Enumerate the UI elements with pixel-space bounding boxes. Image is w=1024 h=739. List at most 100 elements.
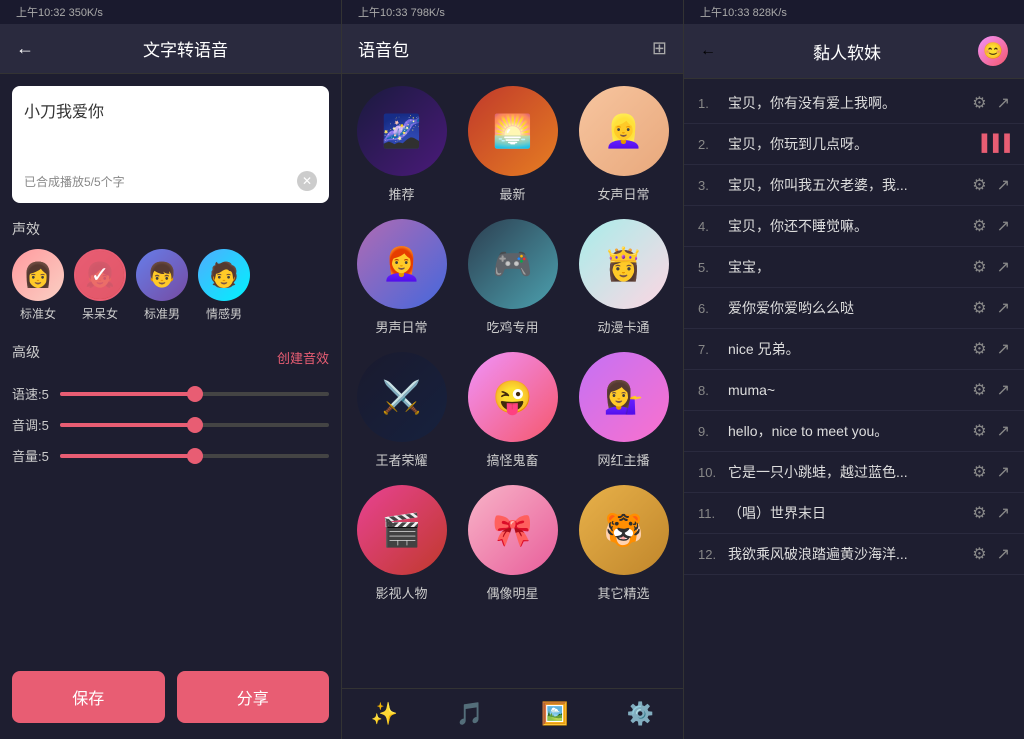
tune-icon-3[interactable]: ⚙ xyxy=(972,175,986,195)
slider-label-volume: 音量:5 xyxy=(12,446,52,465)
panel-soft-girl: 上午10:33 828K/s ← 黏人软妹 😊 1. 宝贝，你有没有爱上我啊。 … xyxy=(684,0,1024,739)
voice-pack-movie[interactable]: 🎬 影视人物 xyxy=(354,485,449,602)
panel2-footer: ✨ 🎵 🖼️ ⚙️ xyxy=(342,688,683,739)
tune-icon-11[interactable]: ⚙ xyxy=(972,503,986,523)
sentence-text-10: 它是一只小跳蛙，越过蓝色... xyxy=(728,462,964,482)
voice-pack-female[interactable]: 👱‍♀️ 女声日常 xyxy=(576,86,671,203)
text-input[interactable] xyxy=(24,98,317,158)
grid-icon[interactable]: ⊞ xyxy=(652,38,667,59)
panel2-title: 语音包 xyxy=(358,36,409,61)
tune-icon-4[interactable]: ⚙ xyxy=(972,216,986,236)
voice-pack-name-male: 男声日常 xyxy=(375,317,427,336)
slider-track-pitch[interactable] xyxy=(60,423,329,427)
save-button[interactable]: 保存 xyxy=(12,671,165,723)
voice-name-0: 标准女 xyxy=(20,305,56,322)
voice-pack-name-funny: 搞怪鬼畜 xyxy=(486,450,538,469)
voice-option-1[interactable]: 👧 ✓ 呆呆女 xyxy=(74,249,126,322)
slider-thumb-speed[interactable] xyxy=(187,386,203,402)
panel2-header: 语音包 ⊞ xyxy=(342,24,683,74)
tune-icon-10[interactable]: ⚙ xyxy=(972,462,986,482)
sentence-num-11: 11. xyxy=(698,506,720,521)
share-icon-12[interactable]: ↗ xyxy=(997,544,1010,564)
voice-pack-other[interactable]: 🐯 其它精选 xyxy=(576,485,671,602)
share-icon-1[interactable]: ↗ xyxy=(997,93,1010,113)
voice-name-2: 标准男 xyxy=(144,305,180,322)
tune-icon-7[interactable]: ⚙ xyxy=(972,339,986,359)
share-icon-6[interactable]: ↗ xyxy=(997,298,1010,318)
sentence-actions-9: ⚙ ↗ xyxy=(972,421,1010,441)
share-icon-11[interactable]: ↗ xyxy=(997,503,1010,523)
voice-pack-new[interactable]: 🌅 最新 xyxy=(465,86,560,203)
slider-thumb-volume[interactable] xyxy=(187,448,203,464)
voice-pack-anime[interactable]: 👸 动漫卡通 xyxy=(576,219,671,336)
tune-icon-6[interactable]: ⚙ xyxy=(972,298,986,318)
sentence-row-5[interactable]: 5. 宝宝， ⚙ ↗ xyxy=(684,247,1024,288)
back-button-3[interactable]: ← xyxy=(700,42,716,60)
sentence-row-9[interactable]: 9. hello，nice to meet you。 ⚙ ↗ xyxy=(684,411,1024,452)
share-button[interactable]: 分享 xyxy=(177,671,330,723)
sentence-num-8: 8. xyxy=(698,383,720,398)
voice-pack-name-chicken: 吃鸡专用 xyxy=(486,317,538,336)
status-bar-2: 上午10:33 798K/s xyxy=(342,0,683,24)
voice-pack-anchor[interactable]: 💁‍♀️ 网红主播 xyxy=(576,352,671,469)
footer-tab-3[interactable]: ⚙️ xyxy=(619,697,662,731)
voice-pack-recommend[interactable]: 🌌 推荐 xyxy=(354,86,449,203)
sentence-row-4[interactable]: 4. 宝贝，你还不睡觉嘛。 ⚙ ↗ xyxy=(684,206,1024,247)
panel1-title: 文字转语音 xyxy=(46,36,325,61)
clear-button[interactable]: ✕ xyxy=(297,171,317,191)
sentence-text-1: 宝贝，你有没有爱上我啊。 xyxy=(728,93,964,113)
sentence-row-2[interactable]: 2. 宝贝，你玩到几点呀。 ▐▐▐ xyxy=(684,124,1024,165)
sentence-row-12[interactable]: 12. 我欲乘风破浪踏遍黄沙海洋... ⚙ ↗ xyxy=(684,534,1024,575)
playing-icon-2[interactable]: ▐▐▐ xyxy=(976,135,1010,153)
sentence-row-10[interactable]: 10. 它是一只小跳蛙，越过蓝色... ⚙ ↗ xyxy=(684,452,1024,493)
share-icon-5[interactable]: ↗ xyxy=(997,257,1010,277)
voice-option-3[interactable]: 🧑 情感男 xyxy=(198,249,250,322)
create-sound-button[interactable]: 创建音效 xyxy=(277,348,329,367)
tune-icon-5[interactable]: ⚙ xyxy=(972,257,986,277)
footer-tab-1[interactable]: 🎵 xyxy=(448,697,491,731)
sentence-row-8[interactable]: 8. muma~ ⚙ ↗ xyxy=(684,370,1024,411)
footer-tab-icon-0: ✨ xyxy=(371,701,398,727)
slider-row-pitch: 音调:5 xyxy=(12,415,329,434)
tune-icon-8[interactable]: ⚙ xyxy=(972,380,986,400)
voice-pack-funny[interactable]: 😜 搞怪鬼畜 xyxy=(465,352,560,469)
voice-avatar-3: 🧑 xyxy=(198,249,250,301)
footer-tab-0[interactable]: ✨ xyxy=(363,697,406,731)
text-input-area[interactable]: 已合成播放5/5个字 ✕ xyxy=(12,86,329,203)
slider-thumb-pitch[interactable] xyxy=(187,417,203,433)
voice-pack-male[interactable]: 👩‍🦰 男声日常 xyxy=(354,219,449,336)
footer-tab-icon-2: 🖼️ xyxy=(541,701,568,727)
voice-option-0[interactable]: 👩 标准女 xyxy=(12,249,64,322)
sentence-row-1[interactable]: 1. 宝贝，你有没有爱上我啊。 ⚙ ↗ xyxy=(684,83,1024,124)
voice-pack-chicken[interactable]: 🎮 吃鸡专用 xyxy=(465,219,560,336)
share-icon-10[interactable]: ↗ xyxy=(997,462,1010,482)
sentence-text-7: nice 兄弟。 xyxy=(728,339,964,359)
voice-pack-idol[interactable]: 🎀 偶像明星 xyxy=(465,485,560,602)
footer-tab-2[interactable]: 🖼️ xyxy=(533,697,576,731)
share-icon-3[interactable]: ↗ xyxy=(997,175,1010,195)
tune-icon-12[interactable]: ⚙ xyxy=(972,544,986,564)
voice-avatar-2: 👦 xyxy=(136,249,188,301)
tune-icon-9[interactable]: ⚙ xyxy=(972,421,986,441)
share-icon-9[interactable]: ↗ xyxy=(997,421,1010,441)
slider-track-speed[interactable] xyxy=(60,392,329,396)
sentence-row-6[interactable]: 6. 爱你爱你爱哟么么哒 ⚙ ↗ xyxy=(684,288,1024,329)
voice-option-2[interactable]: 👦 标准男 xyxy=(136,249,188,322)
sentence-row-7[interactable]: 7. nice 兄弟。 ⚙ ↗ xyxy=(684,329,1024,370)
share-icon-4[interactable]: ↗ xyxy=(997,216,1010,236)
back-button-1[interactable]: ← xyxy=(16,38,34,59)
voice-pack-king[interactable]: ⚔️ 王者荣耀 xyxy=(354,352,449,469)
share-icon-7[interactable]: ↗ xyxy=(997,339,1010,359)
sentence-row-11[interactable]: 11. （唱）世界末日 ⚙ ↗ xyxy=(684,493,1024,534)
sentence-actions-6: ⚙ ↗ xyxy=(972,298,1010,318)
sentence-actions-4: ⚙ ↗ xyxy=(972,216,1010,236)
slider-fill-volume xyxy=(60,454,195,458)
panel1-body: 已合成播放5/5个字 ✕ 声效 👩 标准女 👧 ✓ 呆呆女 xyxy=(0,74,341,655)
slider-track-volume[interactable] xyxy=(60,454,329,458)
sentence-num-4: 4. xyxy=(698,219,720,234)
sentence-row-3[interactable]: 3. 宝贝，你叫我五次老婆，我... ⚙ ↗ xyxy=(684,165,1024,206)
voice-pack-img-female: 👱‍♀️ xyxy=(579,86,669,176)
tune-icon-1[interactable]: ⚙ xyxy=(972,93,986,113)
sentence-actions-5: ⚙ ↗ xyxy=(972,257,1010,277)
share-icon-8[interactable]: ↗ xyxy=(997,380,1010,400)
